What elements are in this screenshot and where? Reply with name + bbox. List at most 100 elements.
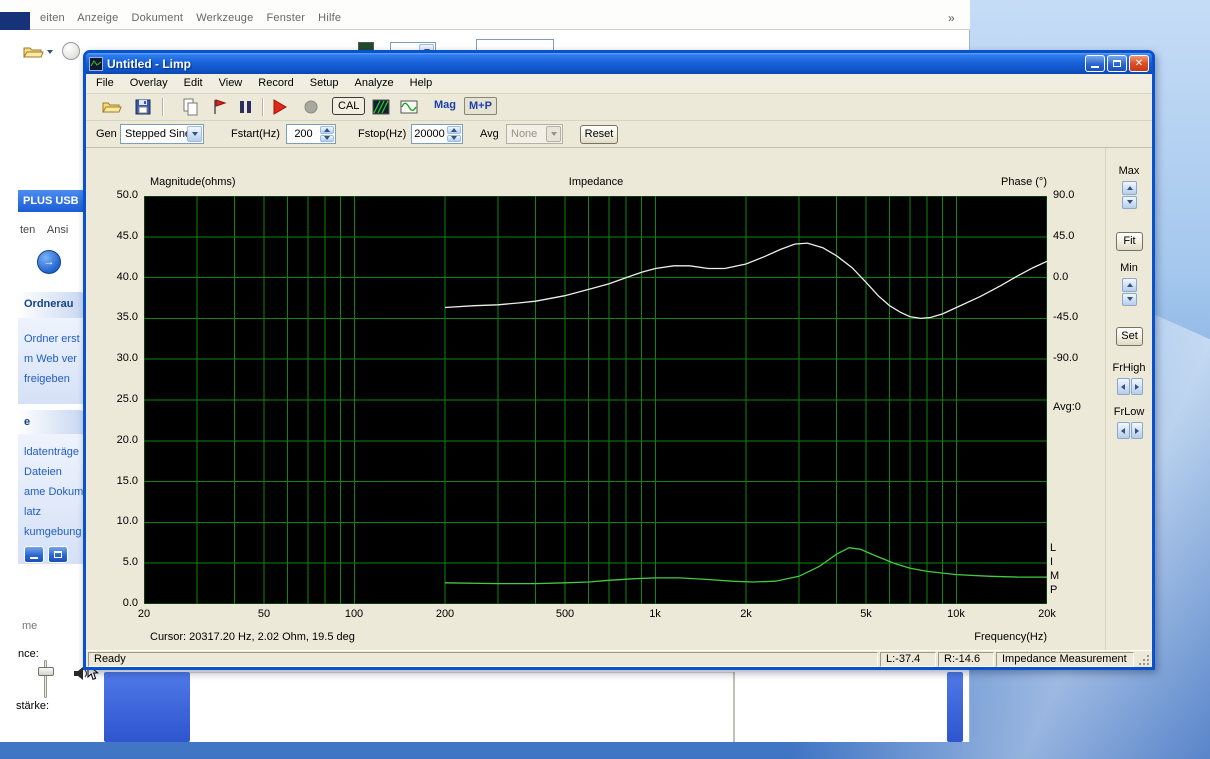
open-file-icon[interactable]: [100, 96, 122, 118]
scale-panel: Max Fit Min Set FrHigh FrLow: [1105, 148, 1152, 650]
frequency-tick: 100: [345, 608, 363, 620]
spectrum-icon[interactable]: [370, 96, 392, 118]
task-link[interactable]: freigeben: [24, 373, 70, 385]
min-up-button[interactable]: [1122, 278, 1137, 292]
avg-label: Avg: [480, 128, 499, 140]
minimize-button[interactable]: [1085, 55, 1105, 72]
background-app-topbar: eiten Anzeige Dokument Werkzeuge Fenster…: [0, 0, 970, 30]
frhigh-stepper[interactable]: [1117, 378, 1143, 395]
flag-icon[interactable]: [208, 96, 230, 118]
fstart-spinner[interactable]: [286, 124, 336, 144]
mag-phase-button[interactable]: M+P: [464, 97, 497, 115]
round-toolbar-icon[interactable]: [62, 42, 80, 60]
set-button[interactable]: Set: [1116, 327, 1143, 346]
reset-button[interactable]: Reset: [580, 125, 618, 144]
background-label-me: me: [22, 620, 37, 632]
place-link[interactable]: Dateien: [24, 466, 62, 478]
place-link[interactable]: ldatenträge: [24, 446, 79, 458]
signal-generator-icon[interactable]: [398, 96, 420, 118]
record-icon[interactable]: [300, 96, 322, 118]
magnitude-tick: 10.0: [86, 515, 138, 527]
maximize-button-fragment[interactable]: [48, 546, 68, 563]
fstart-input[interactable]: [288, 126, 319, 142]
menu-view[interactable]: View: [211, 74, 251, 93]
frlow-right-button[interactable]: [1131, 422, 1144, 439]
background-menu-fragment: eiten Anzeige Dokument Werkzeuge Fenster…: [40, 12, 341, 24]
menu-edit[interactable]: Edit: [176, 74, 211, 93]
taskbar-fragment[interactable]: [104, 672, 190, 742]
other-places-header[interactable]: e: [18, 410, 84, 434]
resize-grip[interactable]: [1136, 652, 1150, 667]
fstop-down-button[interactable]: [447, 135, 461, 143]
frhigh-right-button[interactable]: [1131, 378, 1144, 395]
place-link[interactable]: kumgebung: [24, 526, 82, 538]
folder-tasks-header[interactable]: Ordnerau: [18, 292, 84, 318]
frequency-tick: 10k: [947, 608, 965, 620]
limp-side-letter: I: [1050, 555, 1059, 569]
max-up-button[interactable]: [1122, 181, 1137, 195]
menu-help[interactable]: Help: [402, 74, 441, 93]
frlow-stepper[interactable]: [1117, 422, 1143, 439]
cal-button[interactable]: CAL: [332, 97, 365, 115]
chevron-down-icon[interactable]: [187, 126, 202, 142]
menu-file[interactable]: File: [88, 74, 122, 93]
play-icon[interactable]: [268, 96, 290, 118]
task-link[interactable]: m Web ver: [24, 353, 77, 365]
fstop-input[interactable]: [413, 126, 446, 142]
fstart-up-button[interactable]: [320, 126, 334, 134]
place-link[interactable]: latz: [24, 506, 41, 518]
save-icon[interactable]: [132, 96, 154, 118]
title-bar[interactable]: Untitled - Limp ✕: [86, 53, 1152, 74]
folder-icon[interactable]: [22, 42, 44, 65]
background-usb-titlebar: PLUS USB: [18, 190, 83, 212]
frlow-left-button[interactable]: [1117, 422, 1130, 439]
fstop-up-button[interactable]: [447, 126, 461, 134]
min-spinner[interactable]: [1122, 278, 1137, 306]
fstop-spinner[interactable]: [411, 124, 463, 144]
volume-slider-track[interactable]: [44, 660, 47, 698]
generator-type-combo[interactable]: Stepped Sine: [120, 124, 204, 144]
volume-slider-thumb[interactable]: [38, 667, 54, 676]
frequency-tick: 5k: [860, 608, 872, 620]
magnitude-tick: 35.0: [86, 311, 138, 323]
maximize-button[interactable]: [1107, 55, 1127, 72]
fit-button[interactable]: Fit: [1116, 232, 1143, 251]
close-button[interactable]: ✕: [1129, 55, 1149, 72]
task-link[interactable]: Ordner erst: [24, 333, 80, 345]
other-places-title: e: [24, 416, 30, 428]
toolbar: CAL Mag M+P: [86, 94, 1152, 121]
background-menu-fragment-2: ten Ansi: [20, 224, 68, 236]
frequency-tick: 200: [436, 608, 454, 620]
mag-button[interactable]: Mag: [434, 99, 456, 111]
place-link[interactable]: ame Dokum: [24, 486, 83, 498]
menu-overlay[interactable]: Overlay: [122, 74, 176, 93]
limp-side-letter: P: [1050, 583, 1059, 597]
impedance-plot[interactable]: [144, 196, 1047, 604]
status-mode: Impedance Measurement: [996, 652, 1134, 667]
avg-annotation: Avg:0: [1053, 401, 1081, 413]
folder-dropdown-icon[interactable]: [47, 50, 53, 54]
max-label: Max: [1106, 165, 1152, 177]
min-down-button[interactable]: [1122, 293, 1137, 307]
go-arrow-icon[interactable]: →: [37, 250, 61, 274]
other-places-pane: ldatenträge Dateien ame Dokum latz kumge…: [18, 434, 84, 564]
desktop-background: eiten Anzeige Dokument Werkzeuge Fenster…: [0, 0, 1210, 759]
frhigh-left-button[interactable]: [1117, 378, 1130, 395]
menu-analyze[interactable]: Analyze: [346, 74, 401, 93]
minimize-button-fragment[interactable]: [24, 546, 44, 563]
pause-icon[interactable]: [234, 96, 256, 118]
phase-tick: 90.0: [1053, 189, 1074, 201]
limp-side-label: LIMP: [1050, 541, 1059, 597]
menu-setup[interactable]: Setup: [302, 74, 347, 93]
toolbar-overflow-chevron[interactable]: »: [948, 11, 955, 25]
limp-app-icon: [89, 57, 103, 71]
max-down-button[interactable]: [1122, 196, 1137, 210]
copy-icon[interactable]: [180, 96, 202, 118]
taskbar-fragment[interactable]: [947, 672, 963, 742]
magnitude-tick: 15.0: [86, 475, 138, 487]
status-ready: Ready: [88, 652, 878, 667]
status-bar: Ready L:-37.4 R:-14.6 Impedance Measurem…: [86, 650, 1152, 667]
max-spinner[interactable]: [1122, 181, 1137, 209]
fstart-down-button[interactable]: [320, 135, 334, 143]
menu-record[interactable]: Record: [250, 74, 301, 93]
